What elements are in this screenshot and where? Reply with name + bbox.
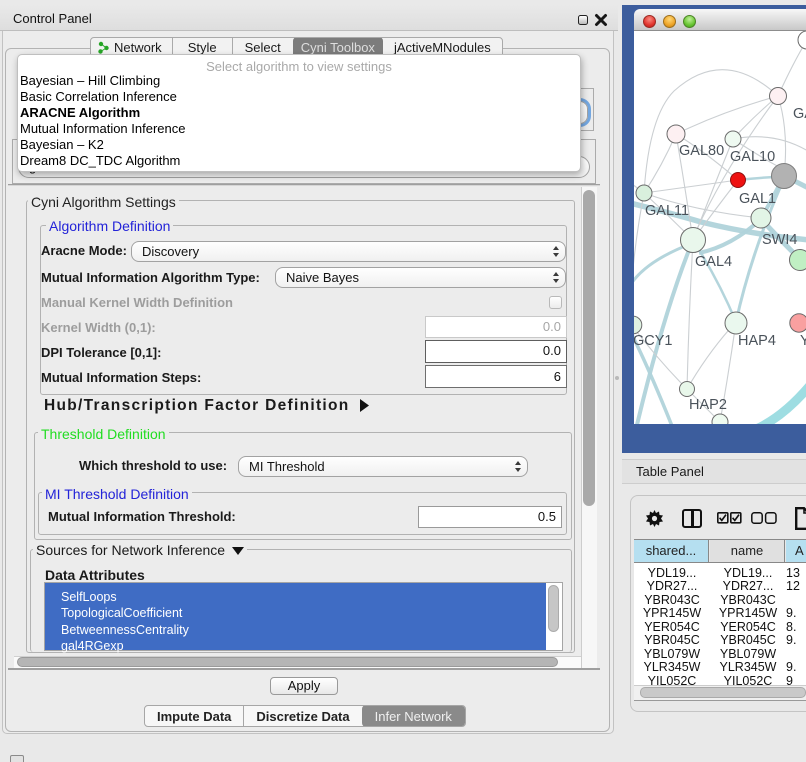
svg-text:GAL11: GAL11 [645, 203, 689, 219]
svg-text:GCY1: GCY1 [634, 333, 673, 349]
svg-text:Y: Y [800, 333, 806, 349]
svg-text:HAP4: HAP4 [738, 333, 776, 349]
svg-text:GAL: GAL [793, 106, 806, 122]
svg-text:GAL10: GAL10 [730, 149, 775, 165]
svg-text:SWI4: SWI4 [762, 232, 797, 248]
svg-text:GAL1: GAL1 [739, 191, 776, 207]
svg-text:HAP2: HAP2 [689, 397, 727, 413]
svg-text:GAL80: GAL80 [679, 143, 724, 159]
svg-text:GAL4: GAL4 [695, 254, 732, 270]
